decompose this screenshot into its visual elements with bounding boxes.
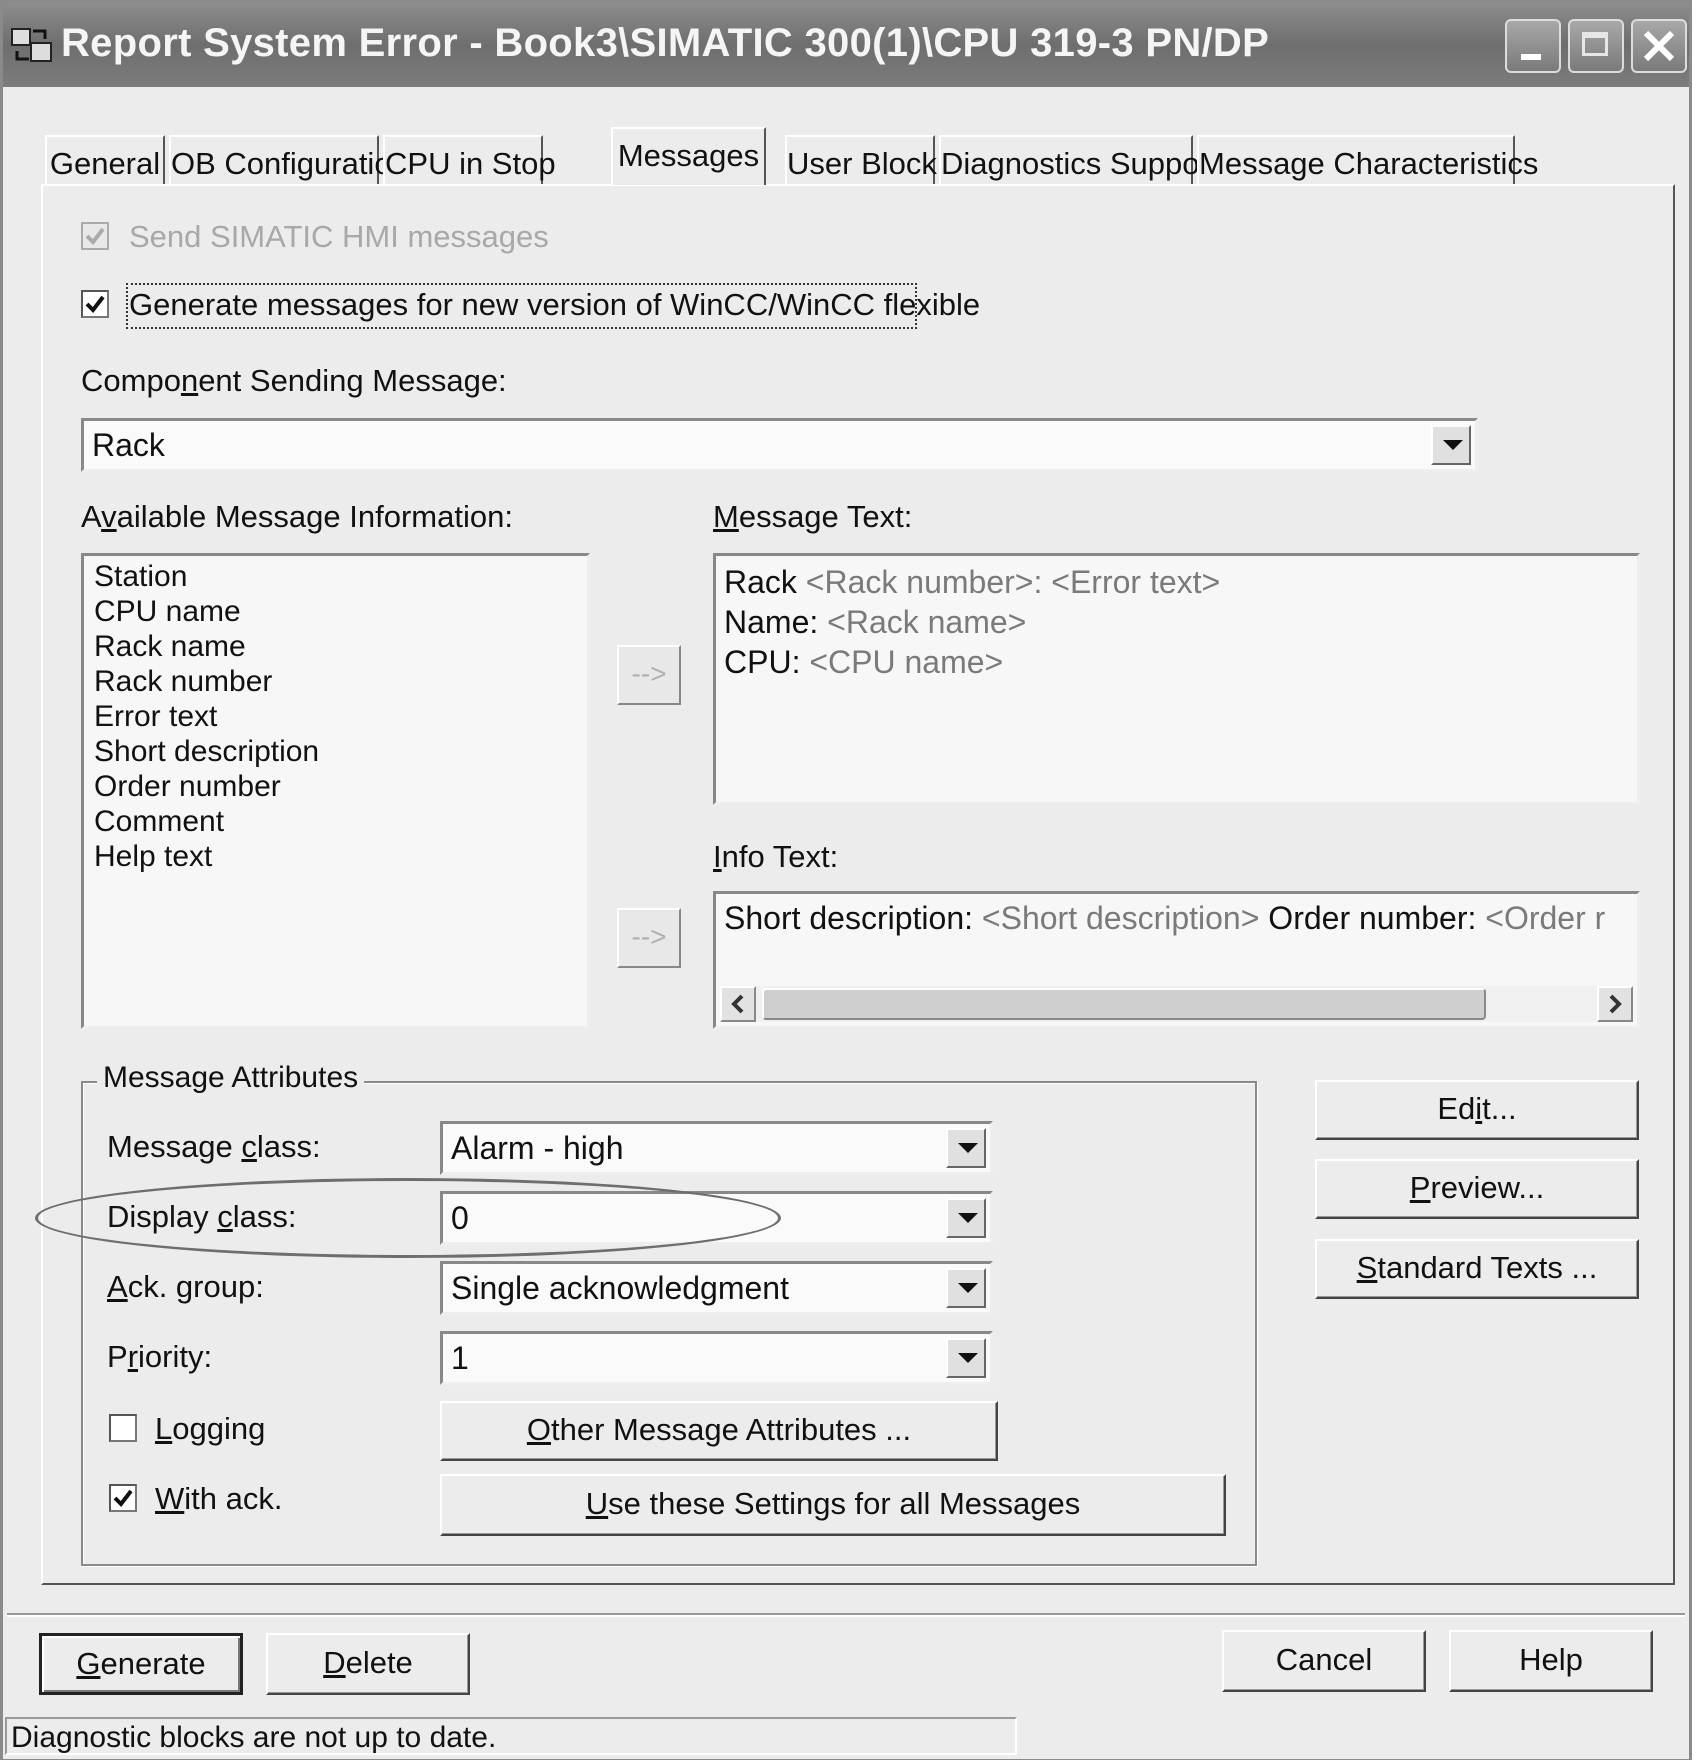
ack-group-label: Ack. group:: [107, 1269, 264, 1304]
chevron-down-icon[interactable]: [946, 1128, 986, 1168]
help-button[interactable]: Help: [1449, 1630, 1653, 1692]
ack-group-value: Single acknowledgment: [451, 1270, 789, 1306]
tab-user-block[interactable]: User Block: [785, 135, 937, 185]
logging-label: Logging: [155, 1411, 266, 1446]
title-bar[interactable]: Report System Error - Book3\SIMATIC 300(…: [3, 3, 1689, 87]
status-pane: Diagnostic blocks are not up to date.: [5, 1717, 1017, 1755]
priority-label: Priority:: [107, 1339, 213, 1374]
display-class-dropdown[interactable]: 0: [440, 1191, 993, 1245]
available-message-info-list[interactable]: Station CPU name Rack name Rack number E…: [81, 553, 590, 1029]
cancel-button[interactable]: Cancel: [1222, 1630, 1426, 1692]
message-text-label: Message Text:: [713, 499, 913, 534]
message-attributes-title: Message Attributes: [97, 1061, 365, 1095]
status-bar: Diagnostic blocks are not up to date.: [3, 1713, 1689, 1759]
tab-messages[interactable]: Messages: [611, 127, 766, 185]
scroll-left-button[interactable]: [720, 986, 756, 1022]
send-hmi-messages-checkbox[interactable]: [81, 222, 109, 250]
footer-separator: [7, 1613, 1685, 1617]
generate-new-version-checkbox[interactable]: [81, 290, 109, 318]
list-item[interactable]: Comment: [94, 805, 224, 839]
list-item[interactable]: Rack name: [94, 630, 246, 664]
ack-group-dropdown[interactable]: Single acknowledgment: [440, 1261, 993, 1315]
message-text-line: CPU: <CPU name>: [724, 644, 1004, 680]
message-class-dropdown[interactable]: Alarm - high: [440, 1121, 993, 1175]
component-sending-message-dropdown[interactable]: Rack: [81, 418, 1478, 472]
list-item[interactable]: Rack number: [94, 665, 272, 699]
list-item[interactable]: CPU name: [94, 595, 241, 629]
add-to-message-text-button[interactable]: -->: [617, 645, 681, 705]
available-message-info-label: Available Message Information:: [81, 499, 513, 534]
with-ack-checkbox[interactable]: [109, 1484, 137, 1512]
info-text-editor[interactable]: Short description: <Short description> O…: [713, 891, 1640, 1029]
list-item[interactable]: Order number: [94, 770, 281, 804]
chevron-right-icon: [1609, 994, 1622, 1014]
standard-texts-button[interactable]: Standard Texts ...: [1315, 1239, 1639, 1299]
delete-button[interactable]: Delete: [266, 1633, 470, 1695]
report-system-error-dialog: Report System Error - Book3\SIMATIC 300(…: [0, 0, 1692, 1760]
info-text-label: Info Text:: [713, 839, 839, 874]
message-class-value: Alarm - high: [451, 1130, 624, 1166]
use-settings-for-all-messages-button[interactable]: Use these Settings for all Messages: [440, 1474, 1226, 1536]
priority-value: 1: [451, 1340, 469, 1376]
chevron-down-icon[interactable]: [946, 1268, 986, 1308]
edit-button[interactable]: Edit...: [1315, 1080, 1639, 1140]
list-item[interactable]: Short description: [94, 735, 319, 769]
scroll-right-button[interactable]: [1597, 986, 1633, 1022]
window-title: Report System Error - Book3\SIMATIC 300(…: [61, 21, 1270, 65]
logging-checkbox[interactable]: [109, 1414, 137, 1442]
checkmark-icon: [85, 227, 105, 246]
component-sending-message-label: Component Sending Message:: [81, 363, 507, 398]
close-icon: [1643, 30, 1675, 62]
horizontal-scrollbar[interactable]: [720, 986, 1633, 1022]
message-text-line: Rack <Rack number>: <Error text>: [724, 564, 1221, 600]
minimize-button[interactable]: [1505, 19, 1561, 73]
chevron-down-icon[interactable]: [1431, 425, 1471, 465]
generate-button[interactable]: Generate: [39, 1633, 243, 1695]
display-class-label: Display class:: [107, 1199, 297, 1234]
chevron-down-icon[interactable]: [946, 1338, 986, 1378]
tab-general[interactable]: General: [45, 135, 165, 185]
info-text-line: Short description: <Short description> O…: [724, 900, 1606, 936]
with-ack-label: With ack.: [155, 1481, 283, 1516]
checkmark-icon: [113, 1489, 133, 1508]
priority-dropdown[interactable]: 1: [440, 1331, 993, 1385]
tab-diagnostics-support[interactable]: Diagnostics Support: [939, 135, 1218, 185]
report-system-error-app-icon: [11, 28, 52, 62]
display-class-value: 0: [451, 1200, 469, 1236]
message-text-editor[interactable]: Rack <Rack number>: <Error text> Name: <…: [713, 553, 1640, 805]
tab-ob-configuration[interactable]: OB Configuration: [169, 135, 409, 185]
other-message-attributes-button[interactable]: Other Message Attributes ...: [440, 1401, 998, 1461]
chevron-left-icon: [731, 994, 744, 1014]
maximize-button[interactable]: [1568, 19, 1624, 73]
send-hmi-messages-label: Send SIMATIC HMI messages: [129, 219, 549, 254]
list-item[interactable]: Error text: [94, 700, 217, 734]
chevron-down-icon[interactable]: [946, 1198, 986, 1238]
add-to-info-text-button[interactable]: -->: [617, 908, 681, 968]
status-text: Diagnostic blocks are not up to date.: [11, 1721, 497, 1754]
list-item[interactable]: Help text: [94, 840, 212, 874]
list-item[interactable]: Station: [94, 560, 187, 594]
tab-message-characteristics[interactable]: Message Characteristics: [1197, 135, 1538, 185]
scrollbar-thumb[interactable]: [762, 988, 1486, 1020]
close-button[interactable]: [1631, 19, 1687, 73]
preview-button[interactable]: Preview...: [1315, 1159, 1639, 1219]
generate-new-version-label: Generate messages for new version of Win…: [129, 287, 981, 322]
checkmark-icon: [85, 295, 105, 314]
tab-cpu-in-stop[interactable]: CPU in Stop: [383, 135, 556, 185]
component-sending-message-value: Rack: [92, 427, 165, 463]
message-class-label: Message class:: [107, 1129, 321, 1164]
message-text-line: Name: <Rack name>: [724, 604, 1027, 640]
